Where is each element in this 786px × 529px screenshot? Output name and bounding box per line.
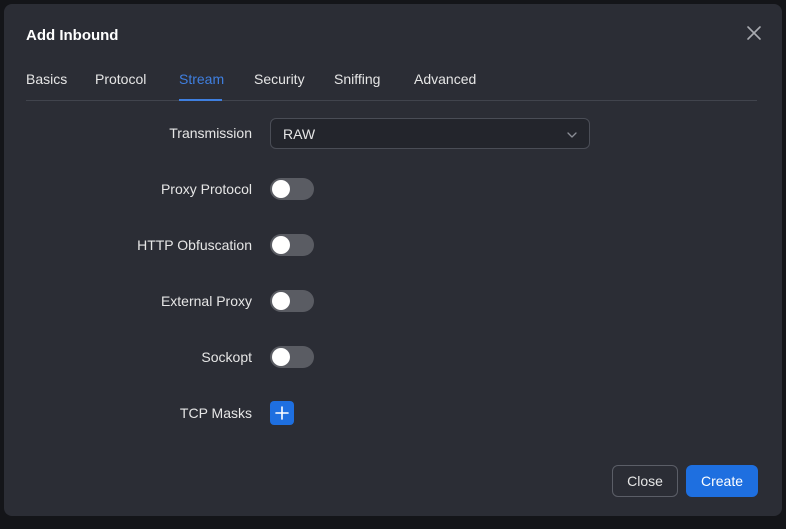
plus-icon bbox=[275, 406, 289, 420]
chevron-down-icon bbox=[566, 128, 578, 140]
tab-security[interactable]: Security bbox=[254, 71, 305, 87]
tab-bar: Basics Protocol Stream Security Sniffing… bbox=[26, 62, 757, 101]
tab-advanced[interactable]: Advanced bbox=[414, 71, 476, 87]
modal-title: Add Inbound bbox=[26, 27, 119, 44]
external-proxy-label: External Proxy bbox=[160, 293, 252, 309]
tab-protocol[interactable]: Protocol bbox=[95, 71, 146, 87]
tab-sniffing[interactable]: Sniffing bbox=[334, 71, 380, 87]
toggle-knob bbox=[272, 180, 290, 198]
transmission-select[interactable]: RAW bbox=[270, 118, 590, 149]
toggle-knob bbox=[272, 236, 290, 254]
add-tcp-mask-button[interactable] bbox=[270, 401, 294, 425]
create-button[interactable]: Create bbox=[686, 465, 758, 497]
proxy-protocol-toggle[interactable] bbox=[270, 178, 314, 200]
tcp-masks-label: TCP Masks bbox=[179, 405, 252, 421]
toggle-knob bbox=[272, 348, 290, 366]
close-button[interactable]: Close bbox=[612, 465, 678, 497]
proxy-protocol-label: Proxy Protocol bbox=[160, 181, 252, 197]
http-obfuscation-toggle[interactable] bbox=[270, 234, 314, 256]
add-inbound-modal: Add Inbound Basics Protocol Stream Secur… bbox=[4, 4, 782, 516]
http-obfuscation-label: HTTP Obfuscation bbox=[137, 237, 252, 253]
external-proxy-toggle[interactable] bbox=[270, 290, 314, 312]
toggle-knob bbox=[272, 292, 290, 310]
transmission-value: RAW bbox=[283, 126, 316, 142]
tab-stream[interactable]: Stream bbox=[179, 71, 224, 87]
tab-basics[interactable]: Basics bbox=[26, 71, 67, 87]
active-tab-indicator bbox=[179, 99, 222, 101]
sockopt-label: Sockopt bbox=[201, 349, 252, 365]
sockopt-toggle[interactable] bbox=[270, 346, 314, 368]
transmission-label: Transmission bbox=[169, 125, 252, 141]
close-icon[interactable] bbox=[744, 23, 764, 43]
